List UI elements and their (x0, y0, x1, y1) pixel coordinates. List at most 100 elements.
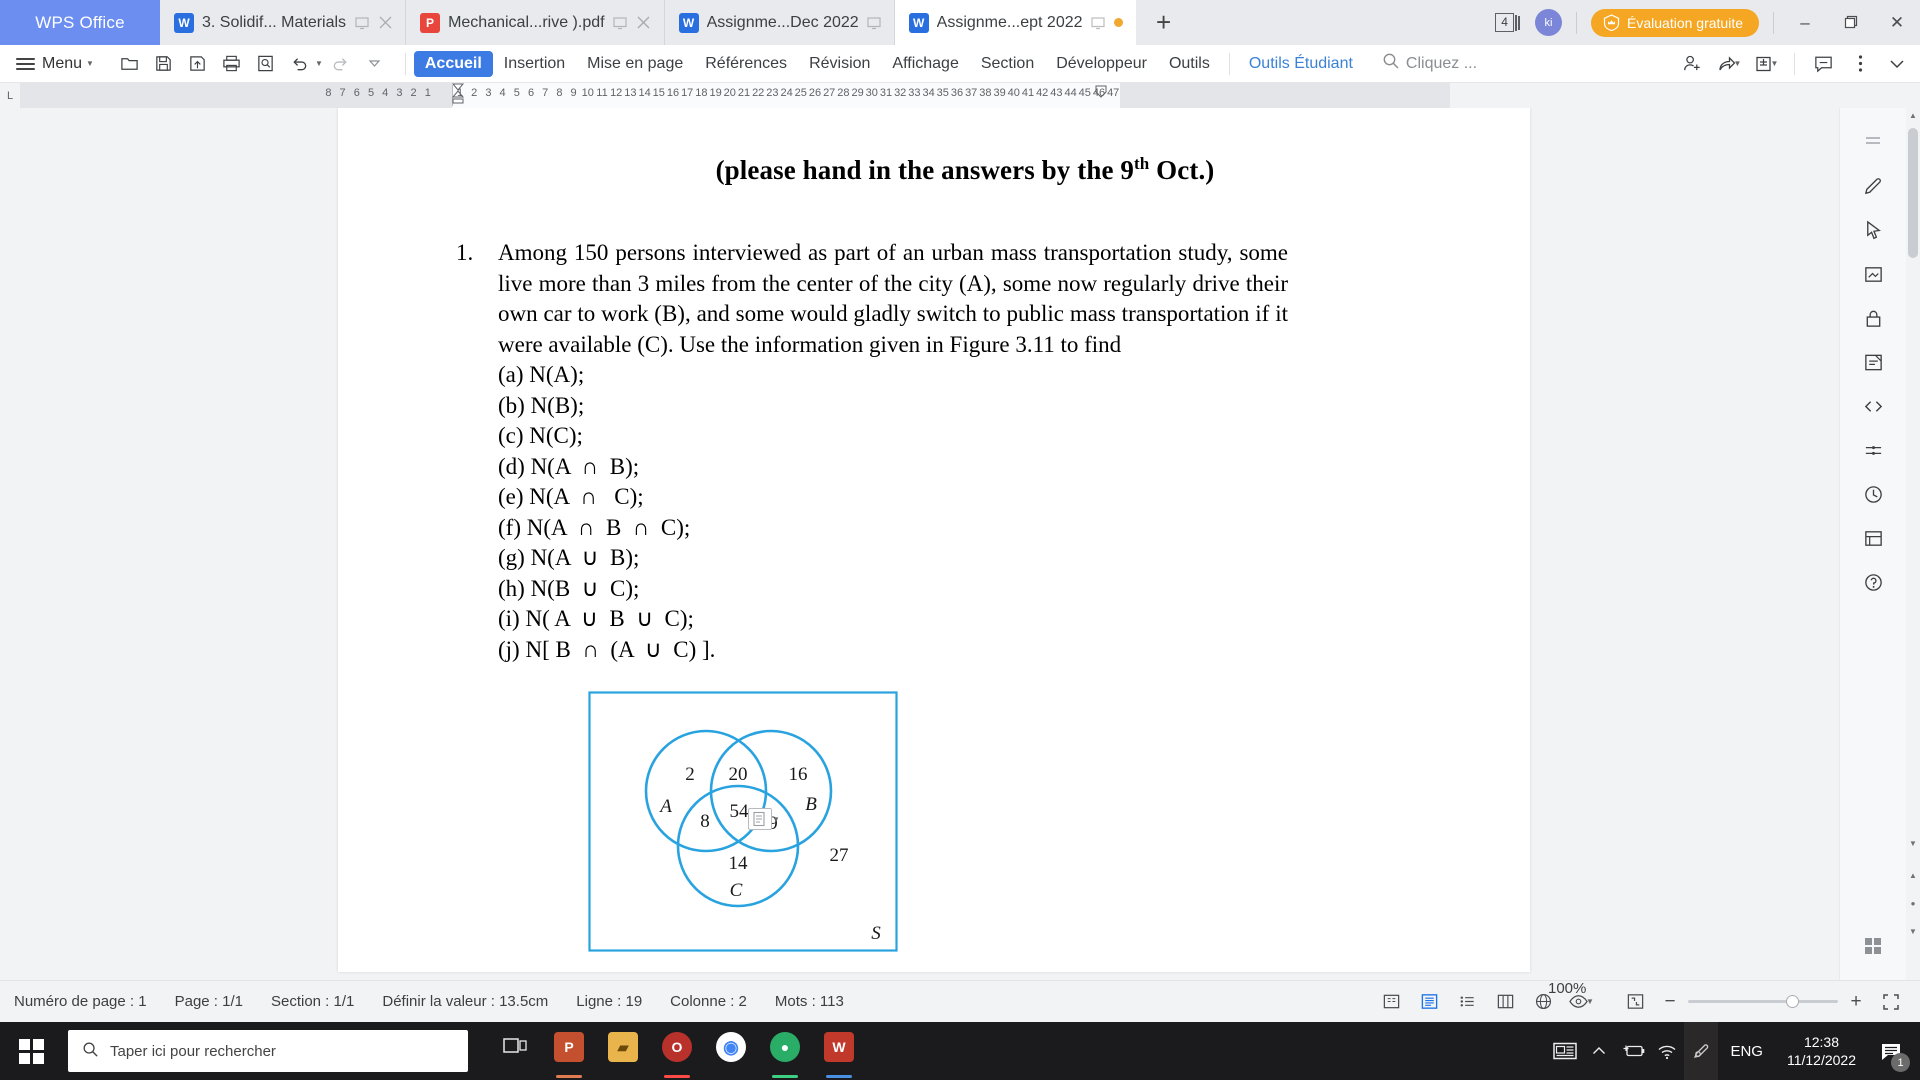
grid-icon[interactable] (1851, 924, 1895, 968)
scrollbar-thumb[interactable] (1908, 128, 1918, 258)
paste-options-button[interactable]: ▼ (748, 808, 780, 830)
tab-preview-icon[interactable] (354, 15, 369, 30)
close-button[interactable]: ✕ (1874, 0, 1920, 45)
document-page-1[interactable]: (please hand in the answers by the 9th O… (338, 108, 1530, 972)
battery-icon[interactable] (1616, 1022, 1650, 1080)
taskbar-app-file-explorer[interactable]: ▰ (598, 1022, 648, 1080)
wifi-icon[interactable] (1650, 1022, 1684, 1080)
ribbon-tab-outils[interactable]: Outils (1158, 51, 1221, 77)
task-view-button[interactable] (490, 1022, 540, 1080)
ribbon-tab-section[interactable]: Section (970, 51, 1045, 77)
outline-icon[interactable] (1450, 987, 1484, 1017)
print-preview-icon[interactable] (250, 49, 282, 79)
scroll-down-icon[interactable]: ▼ (1906, 836, 1920, 850)
ocr-icon[interactable] (1851, 340, 1895, 384)
ribbon-tab-mise-en-page[interactable]: Mise en page (576, 51, 694, 77)
tab-preview-icon[interactable] (1091, 15, 1106, 30)
start-button[interactable] (0, 1022, 62, 1080)
taskbar-app-chrome[interactable]: ◉ (706, 1022, 756, 1080)
status-line[interactable]: Ligne : 19 (562, 993, 656, 1010)
document-workspace[interactable]: (please hand in the answers by the 9th O… (0, 108, 1920, 980)
status-section[interactable]: Section : 1/1 (257, 993, 368, 1010)
tab-close-icon[interactable] (636, 15, 652, 31)
maximize-restore-button[interactable] (1828, 0, 1874, 45)
document-tab-0[interactable]: W 3. Solidif... Materials (160, 0, 407, 45)
save-to-cloud-icon[interactable]: ▼ (1749, 49, 1783, 79)
comment-icon[interactable] (1806, 49, 1840, 79)
pen-tray-icon[interactable] (1684, 1022, 1719, 1080)
document-tab-1[interactable]: P Mechanical...rive ).pdf (406, 0, 665, 45)
previous-page-icon[interactable]: ▲ (1906, 868, 1920, 882)
help-icon[interactable] (1851, 560, 1895, 604)
ruler-corner-tab-selector[interactable]: L (0, 90, 20, 102)
collapse-ribbon-icon[interactable] (1880, 49, 1914, 79)
document-content[interactable]: (please hand in the answers by the 9th O… (338, 108, 1530, 962)
taskbar-app-opera[interactable]: O (652, 1022, 702, 1080)
select-browse-object-icon[interactable]: ● (1906, 896, 1920, 910)
tab-preview-icon[interactable] (867, 15, 882, 30)
zoom-slider-handle[interactable] (1786, 995, 1799, 1008)
language-indicator[interactable]: ENG (1718, 1043, 1775, 1060)
minimize-button[interactable]: – (1782, 0, 1828, 45)
history-icon[interactable] (1851, 472, 1895, 516)
undo-icon[interactable] (284, 49, 316, 79)
fullscreen-read-icon[interactable] (1374, 987, 1408, 1017)
share-user-icon[interactable] (1675, 49, 1709, 79)
undo-dropdown-icon[interactable]: ▼ (315, 59, 323, 68)
news-icon[interactable] (1548, 1022, 1582, 1080)
web-layout-icon[interactable] (1488, 987, 1522, 1017)
fit-page-icon[interactable] (1618, 987, 1652, 1017)
show-hidden-icons-icon[interactable] (1582, 1022, 1616, 1080)
main-menu-button[interactable]: Menu ▼ (0, 55, 108, 73)
share-icon[interactable]: ▼ (1712, 49, 1746, 79)
print-icon[interactable] (216, 49, 248, 79)
ribbon-tab-affichage[interactable]: Affichage (881, 51, 969, 77)
status-value[interactable]: Définir la valeur : 13.5cm (368, 993, 562, 1010)
open-icon[interactable] (114, 49, 146, 79)
taskbar-app-wps-writer[interactable]: W (814, 1022, 864, 1080)
taskbar-app-wechat[interactable]: ● (760, 1022, 810, 1080)
save-icon[interactable] (148, 49, 180, 79)
more-icon[interactable] (1843, 49, 1877, 79)
venn-diagram-image[interactable]: 2 16 14 20 8 9 54 27 A B C S (498, 691, 1288, 962)
code-icon[interactable] (1851, 384, 1895, 428)
print-layout-icon[interactable] (1412, 987, 1446, 1017)
vertical-scrollbar[interactable]: ▲ ▼ ▲ ● ▼ (1906, 108, 1920, 980)
document-tab-3-active[interactable]: W Assignme...ept 2022 (894, 0, 1136, 45)
screenshot-icon[interactable] (1851, 252, 1895, 296)
link-icon[interactable] (1851, 428, 1895, 472)
taskbar-search-input[interactable]: Taper ici pour rechercher (68, 1030, 468, 1072)
tab-preview-icon[interactable] (613, 15, 628, 30)
zoom-percentage-label[interactable]: 100% (1548, 980, 1586, 997)
ribbon-tab-revision[interactable]: Révision (798, 51, 881, 77)
document-tab-2[interactable]: W Assignme...Dec 2022 (664, 0, 895, 45)
pen-icon[interactable] (1851, 164, 1895, 208)
cursor-icon[interactable] (1851, 208, 1895, 252)
taskbar-clock[interactable]: 12:38 11/12/2022 (1775, 1033, 1868, 1069)
horizontal-ruler[interactable]: L 8 7 6 5 4 3 2 1 1 2 3 4 5 6 7 8 9 10 11 12 13 14 15 16 17 18 19 2… (0, 83, 1920, 108)
zoom-out-button[interactable]: − (1656, 988, 1684, 1016)
next-page-icon[interactable]: ▼ (1906, 924, 1920, 938)
zoom-slider[interactable] (1688, 992, 1838, 1012)
free-trial-button[interactable]: Évaluation gratuite (1591, 8, 1759, 37)
status-column[interactable]: Colonne : 2 (656, 993, 761, 1010)
redo-icon[interactable] (325, 49, 357, 79)
chevron-down-icon[interactable]: ▼ (772, 815, 780, 824)
ribbon-tab-references[interactable]: Références (694, 51, 798, 77)
status-page-number[interactable]: Numéro de page : 1 (0, 993, 161, 1010)
window-count-icon[interactable]: 4 (1495, 12, 1521, 34)
notification-center-button[interactable]: 1 (1868, 1022, 1914, 1080)
ribbon-tab-accueil[interactable]: Accueil (413, 50, 493, 77)
taskbar-app-powerpoint[interactable]: P (544, 1022, 594, 1080)
avatar[interactable]: ki (1535, 9, 1563, 36)
new-tab-button[interactable]: + (1136, 0, 1192, 45)
status-page-count[interactable]: Page : 1/1 (161, 993, 257, 1010)
ribbon-tab-developpeur[interactable]: Développeur (1045, 51, 1158, 77)
customize-qat-icon[interactable] (359, 49, 391, 79)
status-word-count[interactable]: Mots : 113 (761, 993, 858, 1010)
ribbon-tab-outils-etudiant[interactable]: Outils Étudiant (1238, 51, 1364, 77)
ribbon-tab-insertion[interactable]: Insertion (493, 51, 576, 77)
ruler-scale[interactable]: 8 7 6 5 4 3 2 1 1 2 3 4 5 6 7 8 9 10 11 12 13 14 15 16 17 18 19 20 2… (20, 83, 1920, 108)
search-input[interactable]: Cliquez ... (1382, 52, 1477, 75)
tab-close-icon[interactable] (377, 15, 393, 31)
